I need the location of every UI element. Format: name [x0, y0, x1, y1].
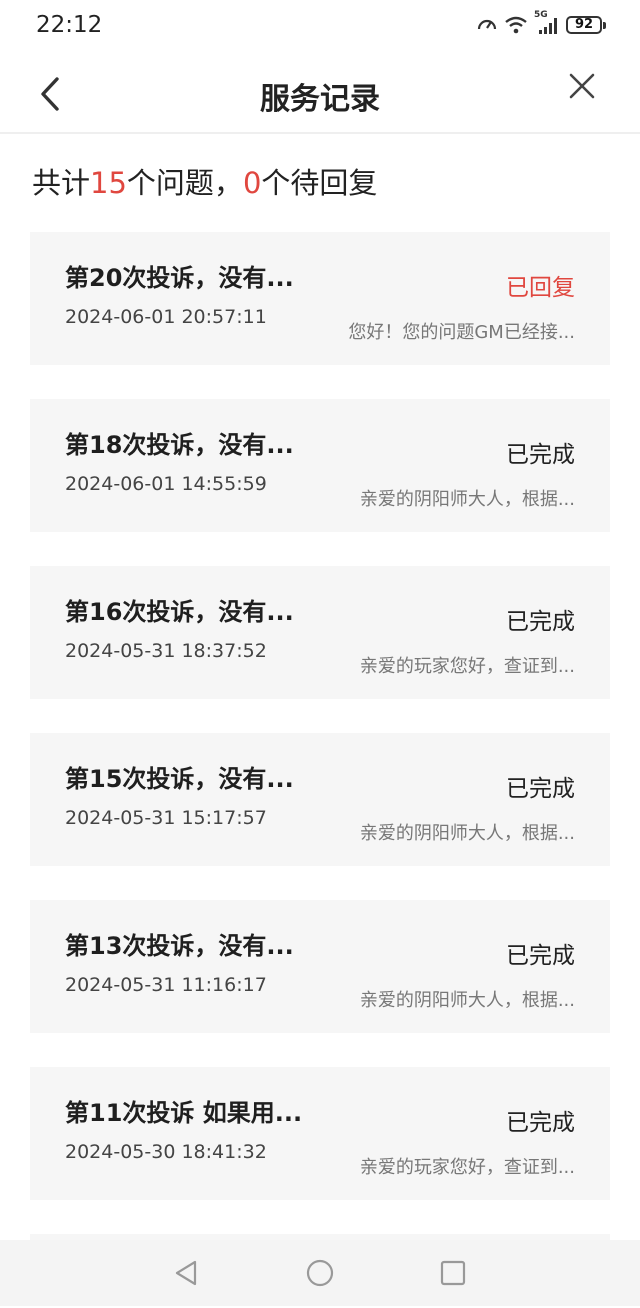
- summary-middle: 个问题，: [126, 166, 243, 200]
- record-list: 第20次投诉，没有... 2024-06-01 20:57:11 已回复 您好！…: [30, 232, 610, 1308]
- record-time: 2024-06-01 14:55:59: [65, 473, 267, 495]
- record-preview: 您好！您的问题GM已经接...: [348, 322, 575, 343]
- close-button[interactable]: [564, 68, 600, 104]
- record-card[interactable]: 第15次投诉，没有... 2024-05-31 15:17:57 已完成 亲爱的…: [30, 733, 610, 866]
- status-icons: 5G 92: [476, 10, 606, 36]
- record-title: 第20次投诉，没有...: [65, 264, 294, 292]
- record-status: 已回复: [506, 275, 575, 301]
- status-bar: 22:12 5G 92: [0, 0, 640, 54]
- pending-count: 0: [242, 166, 262, 200]
- wifi-icon: [504, 15, 528, 35]
- record-time: 2024-05-31 18:37:52: [65, 640, 267, 662]
- network-label: 5G: [534, 10, 548, 20]
- record-card[interactable]: 第13次投诉，没有... 2024-05-31 11:16:17 已完成 亲爱的…: [30, 900, 610, 1033]
- record-status: 已完成: [506, 442, 575, 468]
- record-status: 已完成: [506, 609, 575, 635]
- battery-icon: 92: [566, 16, 606, 34]
- close-icon: [569, 73, 595, 99]
- summary-prefix: 共计: [32, 166, 91, 200]
- record-card[interactable]: 第16次投诉，没有... 2024-05-31 18:37:52 已完成 亲爱的…: [30, 566, 610, 699]
- status-time: 22:12: [36, 12, 103, 38]
- speed-icon: [476, 14, 498, 36]
- record-title: 第15次投诉，没有...: [65, 765, 294, 793]
- app-header: 服务记录: [0, 54, 640, 134]
- record-status: 已完成: [506, 1110, 575, 1136]
- record-time: 2024-05-30 18:41:32: [65, 1141, 267, 1163]
- system-nav-bar: [0, 1240, 640, 1306]
- record-preview: 亲爱的玩家您好，查证到...: [359, 1157, 575, 1178]
- record-card[interactable]: 第20次投诉，没有... 2024-06-01 20:57:11 已回复 您好！…: [30, 232, 610, 365]
- record-time: 2024-06-01 20:57:11: [65, 306, 267, 328]
- record-preview: 亲爱的阴阳师大人，根据...: [359, 823, 575, 844]
- record-preview: 亲爱的阴阳师大人，根据...: [359, 990, 575, 1011]
- record-preview: 亲爱的玩家您好，查证到...: [359, 656, 575, 677]
- nav-home-button[interactable]: [304, 1257, 336, 1289]
- record-card[interactable]: 第11次投诉 如果用... 2024-05-30 18:41:32 已完成 亲爱…: [30, 1067, 610, 1200]
- total-count: 15: [90, 166, 127, 200]
- battery-level: 92: [574, 17, 594, 32]
- record-title: 第13次投诉，没有...: [65, 932, 294, 960]
- recents-square-icon: [440, 1260, 466, 1286]
- home-circle-icon: [306, 1259, 334, 1287]
- record-title: 第18次投诉，没有...: [65, 431, 294, 459]
- summary-line: 共计15个问题，0个待回复: [32, 160, 377, 202]
- nav-recents-button[interactable]: [437, 1257, 469, 1289]
- record-preview: 亲爱的阴阳师大人，根据...: [359, 489, 575, 510]
- record-card[interactable]: 第18次投诉，没有... 2024-06-01 14:55:59 已完成 亲爱的…: [30, 399, 610, 532]
- record-title: 第11次投诉 如果用...: [65, 1099, 303, 1127]
- summary-suffix: 个待回复: [261, 166, 378, 200]
- signal-icon: 5G: [534, 10, 560, 35]
- record-status: 已完成: [506, 943, 575, 969]
- record-status: 已完成: [506, 776, 575, 802]
- back-triangle-icon: [175, 1260, 197, 1286]
- nav-back-button[interactable]: [170, 1257, 202, 1289]
- record-time: 2024-05-31 11:16:17: [65, 974, 267, 996]
- record-title: 第16次投诉，没有...: [65, 598, 294, 626]
- record-time: 2024-05-31 15:17:57: [65, 807, 267, 829]
- page-title: 服务记录: [260, 82, 380, 117]
